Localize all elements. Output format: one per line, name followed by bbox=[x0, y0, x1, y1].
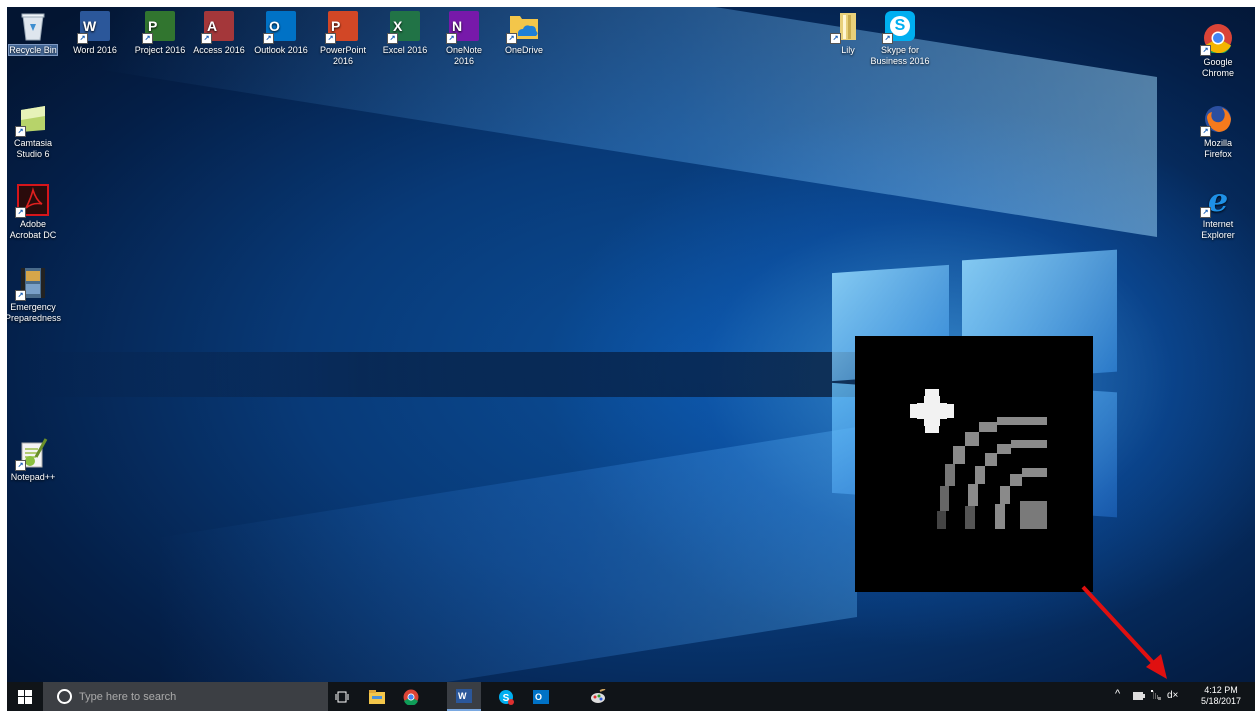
red-arrow-annotation bbox=[1081, 585, 1167, 679]
taskbar-outlook[interactable]: O bbox=[530, 686, 552, 708]
taskbar-file-explorer[interactable] bbox=[366, 686, 388, 708]
taskbar-chrome[interactable] bbox=[400, 686, 422, 708]
task-view-button[interactable] bbox=[331, 686, 353, 708]
taskbar-skype[interactable]: S bbox=[495, 686, 517, 708]
desktop: Recycle Bin W ↗ Word 2016 P ↗ Project 2016… bbox=[7, 7, 1255, 682]
paint-icon bbox=[591, 689, 606, 703]
word-icon: W bbox=[456, 688, 472, 703]
windows-logo-icon bbox=[18, 689, 32, 704]
battery-icon[interactable] bbox=[1133, 691, 1145, 703]
clock-date: 5/18/2017 bbox=[1200, 696, 1242, 706]
clock-time: 4:12 PM bbox=[1204, 685, 1238, 695]
show-hidden-icons-chevron[interactable]: ^ bbox=[1115, 688, 1120, 700]
skype-icon: S bbox=[499, 690, 514, 705]
taskbar-word[interactable]: W bbox=[447, 682, 481, 711]
task-view-icon bbox=[335, 691, 349, 703]
taskbar-paint[interactable] bbox=[587, 686, 609, 708]
network-status-icon[interactable] bbox=[1151, 690, 1161, 703]
outlook-icon: O bbox=[533, 690, 549, 704]
search-input[interactable] bbox=[79, 690, 309, 703]
cortana-icon bbox=[57, 689, 72, 704]
volume-muted-icon[interactable]: d× bbox=[1167, 690, 1178, 701]
start-button[interactable] bbox=[7, 682, 43, 711]
file-explorer-icon bbox=[369, 690, 385, 704]
clock[interactable]: 4:12 PM 5/18/2017 bbox=[1197, 685, 1245, 707]
system-tray: ^ d× 4:12 PM 5/18/2017 bbox=[1115, 682, 1245, 711]
taskbar-search-box[interactable] bbox=[43, 682, 328, 711]
taskbar: W S O ^ d× 4:12 PM 5/18/2017 bbox=[7, 682, 1255, 711]
chrome-icon bbox=[403, 689, 419, 705]
